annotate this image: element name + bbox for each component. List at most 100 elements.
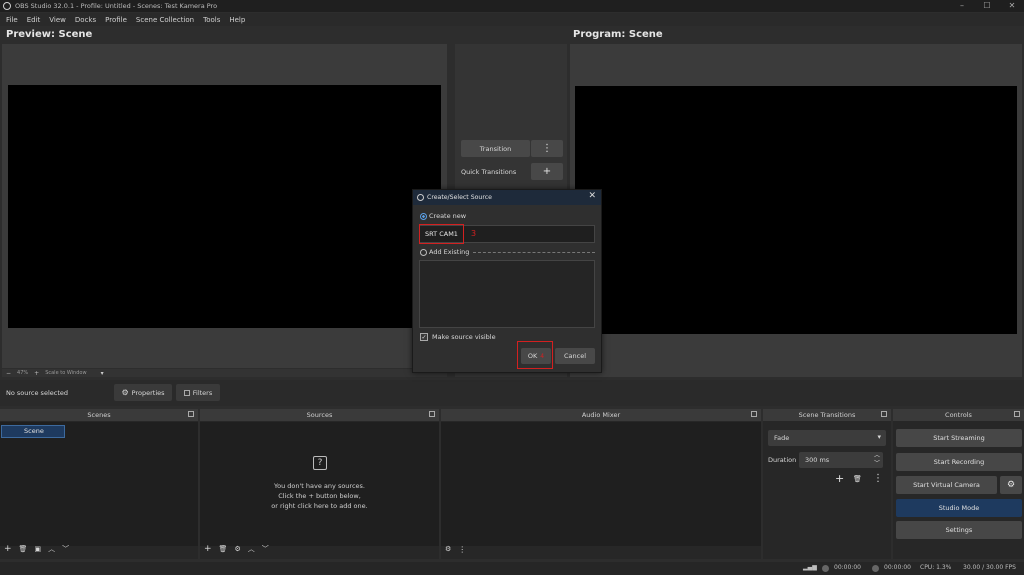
- start-streaming-button[interactable]: Start Streaming: [896, 429, 1022, 447]
- menu-tools[interactable]: Tools: [203, 16, 220, 24]
- move-up-icon[interactable]: ︿: [48, 543, 55, 556]
- menu-file[interactable]: File: [6, 16, 18, 24]
- preview-area[interactable]: [2, 44, 447, 368]
- fps-readout: 30.00 / 30.00 FPS: [963, 564, 1016, 571]
- audio-mixer-body: [441, 422, 761, 546]
- start-recording-button[interactable]: Start Recording: [896, 453, 1022, 471]
- undock-icon[interactable]: [188, 411, 194, 417]
- audio-mixer-title: Audio Mixer: [581, 411, 621, 419]
- filters-button[interactable]: Filters: [176, 384, 220, 401]
- virtual-camera-settings-icon[interactable]: ⚙: [1000, 476, 1022, 494]
- existing-sources-list[interactable]: [419, 260, 595, 328]
- empty-line-2: Click the + button below,: [278, 492, 361, 500]
- transition-menu-icon[interactable]: ⋮: [531, 140, 563, 157]
- menu-view[interactable]: View: [49, 16, 66, 24]
- stepper-icon[interactable]: ︿ ﹀: [874, 452, 880, 468]
- add-source-icon[interactable]: +: [204, 543, 212, 556]
- scene-filters-icon[interactable]: ▣: [34, 543, 41, 556]
- scenes-footer: + 🗑 ▣ ︿ ﹀: [0, 543, 198, 556]
- obs-window: OBS Studio 32.0.1 - Profile: Untitled - …: [0, 0, 1024, 575]
- minimize-button[interactable]: –: [950, 0, 974, 12]
- status-bar: ▂▄▆ 00:00:00 00:00:00 CPU: 1.3% 30.00 / …: [0, 562, 1024, 575]
- cancel-button[interactable]: Cancel: [555, 348, 595, 364]
- menu-scene-collection[interactable]: Scene Collection: [136, 16, 194, 24]
- program-area: [570, 44, 1022, 377]
- maximize-button[interactable]: ☐: [975, 0, 999, 12]
- move-down-icon[interactable]: ﹀: [262, 543, 269, 556]
- filter-icon: [183, 389, 190, 396]
- sources-footer: + 🗑 ⚙ ︿ ﹀: [200, 543, 439, 556]
- divider-line: [473, 252, 595, 253]
- program-canvas: [575, 86, 1017, 334]
- radio-unchecked-icon[interactable]: [420, 248, 427, 256]
- quick-transition-add-icon[interactable]: +: [531, 163, 563, 180]
- zoom-in-button[interactable]: +: [34, 370, 39, 377]
- obs-logo-icon: [417, 194, 424, 201]
- controls-header: Controls: [893, 409, 1024, 421]
- menu-docks[interactable]: Docks: [75, 16, 96, 24]
- empty-line-1: You don't have any sources.: [274, 482, 365, 490]
- undock-icon[interactable]: [881, 411, 887, 417]
- remove-transition-icon[interactable]: 🗑: [853, 475, 862, 483]
- undock-icon[interactable]: [751, 411, 757, 417]
- audio-mixer-header: Audio Mixer: [441, 409, 761, 421]
- audio-menu-icon[interactable]: ⋮: [458, 543, 466, 556]
- audio-mixer-footer: ⚙ ⋮: [441, 543, 761, 556]
- menu-help[interactable]: Help: [229, 16, 245, 24]
- create-new-option[interactable]: Create new: [420, 212, 466, 220]
- scale-mode[interactable]: Scale to Window: [45, 370, 86, 376]
- add-existing-option[interactable]: Add Existing: [420, 248, 469, 256]
- window-title: OBS Studio 32.0.1 - Profile: Untitled - …: [15, 2, 218, 10]
- audio-settings-icon[interactable]: ⚙: [445, 543, 451, 556]
- source-name-value: SRT CAM1: [425, 230, 458, 238]
- studio-mode-button[interactable]: Studio Mode: [896, 499, 1022, 517]
- duration-value: 300 ms: [805, 456, 830, 464]
- dialog-close-icon[interactable]: ✕: [588, 191, 596, 201]
- menu-profile[interactable]: Profile: [105, 16, 127, 24]
- menu-edit[interactable]: Edit: [27, 16, 41, 24]
- properties-button[interactable]: ⚙ Properties: [114, 384, 172, 401]
- record-status-icon: [872, 565, 879, 572]
- preview-title: Preview: Scene: [6, 29, 93, 40]
- add-existing-label: Add Existing: [429, 248, 470, 256]
- move-up-icon[interactable]: ︿: [248, 543, 255, 556]
- remove-scene-icon[interactable]: 🗑: [19, 543, 28, 556]
- add-transition-icon[interactable]: +: [835, 472, 844, 485]
- undock-icon[interactable]: [1014, 411, 1020, 417]
- create-select-source-dialog: Create/Select Source ✕ Create new SRT CA…: [412, 189, 602, 373]
- close-button[interactable]: ✕: [1000, 0, 1024, 12]
- filters-label: Filters: [192, 388, 213, 397]
- transition-more-icon[interactable]: ⋮: [873, 473, 883, 484]
- scenes-list[interactable]: Scene: [0, 422, 198, 546]
- radio-checked-icon[interactable]: [420, 212, 427, 220]
- dialog-header: Create/Select Source ✕: [413, 190, 601, 205]
- start-virtual-camera-button[interactable]: Start Virtual Camera: [896, 476, 997, 494]
- create-new-label: Create new: [429, 212, 467, 220]
- duration-input[interactable]: 300 ms ︿ ﹀: [799, 452, 883, 468]
- preview-canvas[interactable]: [8, 85, 441, 328]
- checkbox-icon[interactable]: ✓: [420, 333, 428, 341]
- zoom-level: 47%: [17, 370, 29, 376]
- settings-button[interactable]: Settings: [896, 521, 1022, 539]
- controls-title: Controls: [945, 411, 972, 419]
- properties-label: Properties: [131, 388, 165, 397]
- cpu-usage: CPU: 1.3%: [920, 564, 952, 571]
- move-down-icon[interactable]: ﹀: [62, 543, 69, 556]
- transition-select[interactable]: Fade ▾: [768, 430, 886, 446]
- scene-item[interactable]: Scene: [1, 425, 65, 438]
- zoom-out-button[interactable]: −: [6, 370, 11, 377]
- undock-icon[interactable]: [429, 411, 435, 417]
- remove-source-icon[interactable]: 🗑: [219, 543, 228, 556]
- make-visible-label: Make source visible: [432, 333, 496, 341]
- make-visible-option[interactable]: ✓ Make source visible: [420, 333, 496, 341]
- transition-button[interactable]: Transition: [461, 140, 530, 157]
- menu-bar: File Edit View Docks Profile Scene Colle…: [0, 13, 1024, 26]
- question-icon: ?: [313, 456, 327, 470]
- dialog-title: Create/Select Source: [427, 194, 492, 201]
- scale-dropdown-icon[interactable]: ▾: [101, 370, 104, 377]
- sources-list[interactable]: ? You don't have any sources. Click the …: [200, 422, 439, 546]
- scene-transitions-title: Scene Transitions: [798, 411, 856, 419]
- scenes-dock-header: Scenes: [0, 409, 198, 421]
- source-properties-icon[interactable]: ⚙: [234, 543, 240, 556]
- add-scene-icon[interactable]: +: [4, 543, 12, 556]
